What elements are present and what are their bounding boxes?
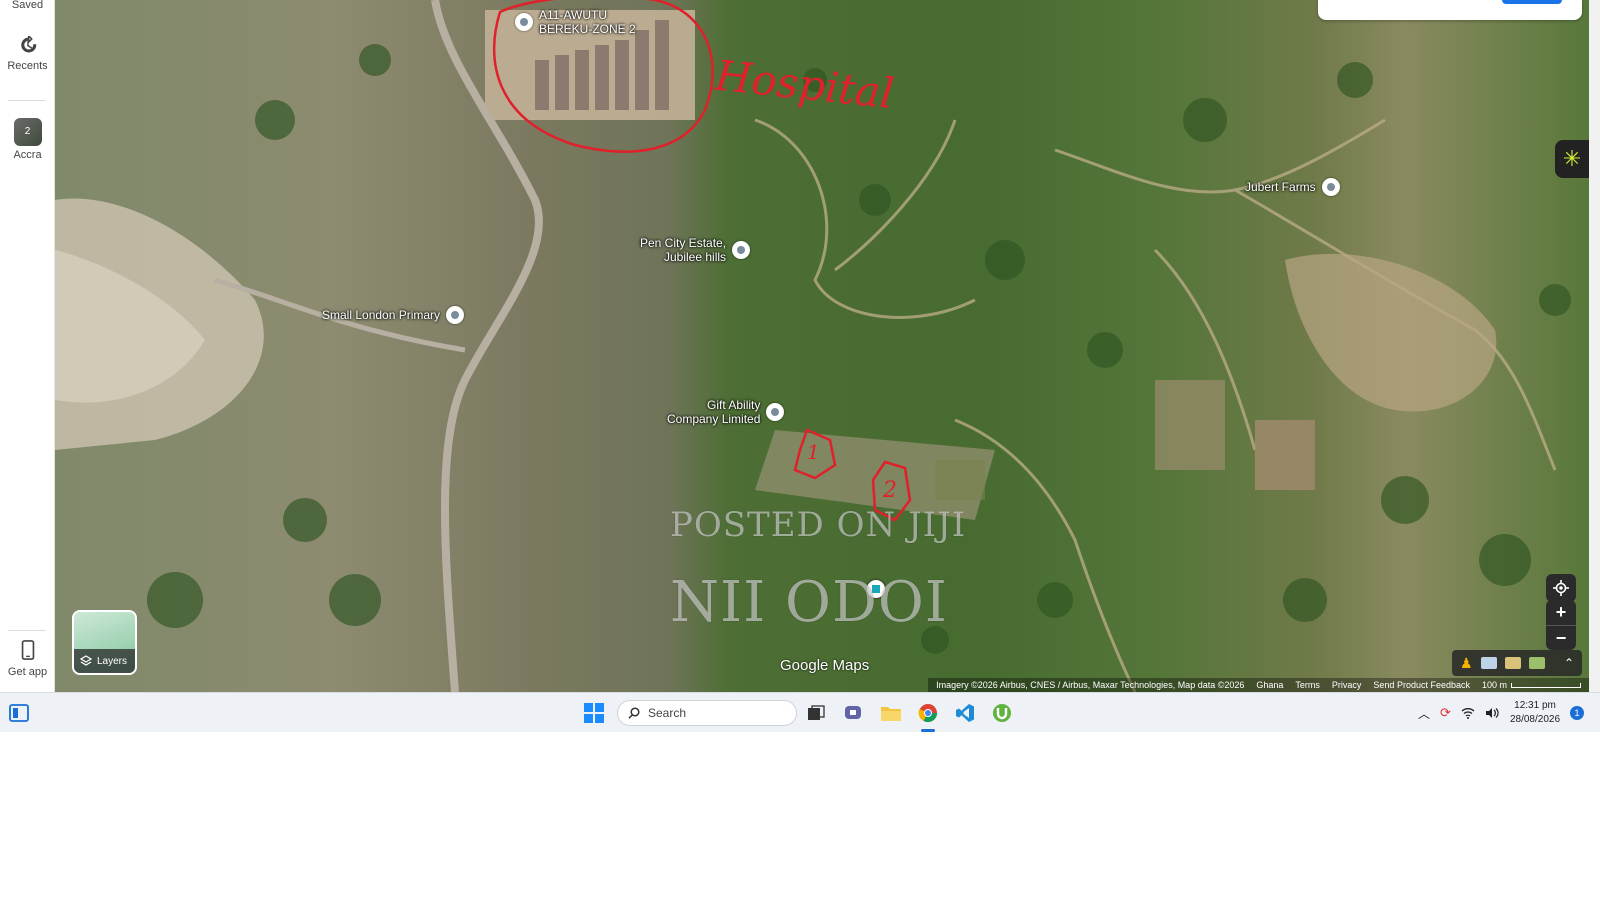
poi-jubert-farms-label: Jubert Farms <box>1245 180 1316 194</box>
chrome-icon[interactable] <box>916 701 940 725</box>
pegman-icon[interactable]: ♟ <box>1460 655 1473 672</box>
layers-bar: Layers <box>74 649 135 673</box>
wifi-icon[interactable] <box>1461 707 1475 719</box>
sync-alert-icon[interactable]: ⟳ <box>1440 705 1451 721</box>
vscode-icon[interactable] <box>953 701 977 725</box>
utorrent-icon[interactable] <box>990 701 1014 725</box>
scale-indicator[interactable]: 100 m <box>1482 680 1581 690</box>
scale-label: 100 m <box>1481 680 1507 690</box>
map-right-edge <box>1589 0 1600 692</box>
layers-button[interactable]: Layers <box>72 610 137 675</box>
poi-gift-ability-label: Gift Ability Company Limited <box>667 398 761 426</box>
notification-badge[interactable]: 1 <box>1570 706 1584 720</box>
rail-item-saved[interactable]: Saved <box>0 0 55 11</box>
system-tray: ︿ ⟳ <box>1418 693 1499 733</box>
rail-item-accra-label: Accra <box>13 149 42 161</box>
google-maps-logo: Google Maps <box>780 657 870 674</box>
location-pin-icon <box>732 241 751 259</box>
search-icon <box>628 707 640 719</box>
rail-item-get-app[interactable]: Get app <box>0 640 55 678</box>
clock-date: 28/08/2026 <box>1509 714 1561 725</box>
poi-small-london-primary[interactable]: Small London Primary <box>322 306 465 324</box>
teams-chat-icon[interactable] <box>842 701 866 725</box>
location-pin-icon <box>766 403 785 421</box>
widgets-icon[interactable] <box>7 701 31 725</box>
rail-item-saved-label: Saved <box>11 0 44 11</box>
building-pin-icon <box>515 13 533 31</box>
rail-item-get-app-label: Get app <box>7 666 48 678</box>
map-type-thumbnail[interactable] <box>1480 657 1497 669</box>
plot-1-label: 1 <box>807 440 820 464</box>
scale-bar <box>1511 683 1581 689</box>
watermark-posted-on-jiji: POSTED ON JIJI <box>670 505 967 545</box>
poi-awutu-bereku-label: A11-AWUTU BEREKU-ZONE 2 <box>539 8 636 36</box>
my-location-icon[interactable] <box>1546 574 1576 602</box>
poi-gift-ability[interactable]: Gift Ability Company Limited <box>667 398 785 426</box>
volume-icon[interactable] <box>1485 707 1499 719</box>
taskbar-search-placeholder: Search <box>648 706 687 720</box>
poi-pen-city-estate[interactable]: Pen City Estate, Jubilee hills <box>640 236 751 264</box>
terrain-thumbnail[interactable] <box>1504 657 1521 669</box>
rail-item-recents-label: Recents <box>7 60 48 72</box>
windows-taskbar: Search ︿ ⟳ 12:31 pm 28/08/2026 1 <box>0 692 1600 732</box>
rail-item-accra[interactable]: 2 Accra <box>0 118 55 161</box>
taskbar-search-box[interactable]: Search <box>617 700 797 726</box>
watermark-nii-odoi: NII ODOI <box>670 570 948 635</box>
zoom-out-button[interactable]: − <box>1546 626 1576 651</box>
poi-awutu-bereku[interactable]: A11-AWUTU BEREKU-ZONE 2 <box>515 8 636 36</box>
clock-time: 12:31 pm <box>1514 700 1556 711</box>
country-link[interactable]: Ghana <box>1256 680 1283 690</box>
map-bottom-controls: ♟ ⌃ <box>1452 650 1582 676</box>
left-nav-rail: Saved Recents 2 Accra Get app <box>0 0 55 692</box>
rail-divider <box>8 630 46 631</box>
rail-divider <box>8 100 46 101</box>
sparkle-icon[interactable]: ✳ <box>1555 140 1589 178</box>
satellite-map[interactable]: Hospital 1 2 A11-AWUTU BEREKU-ZONE 2 Pen… <box>55 0 1589 692</box>
expand-up-icon[interactable]: ⌃ <box>1564 656 1574 670</box>
feedback-link[interactable]: Send Product Feedback <box>1373 680 1470 690</box>
show-hidden-icons-chevron-icon[interactable]: ︿ <box>1418 705 1430 722</box>
school-pin-icon <box>446 306 465 324</box>
file-explorer-icon[interactable] <box>879 701 903 725</box>
privacy-link[interactable]: Privacy <box>1332 680 1362 690</box>
layers-icon <box>80 655 92 666</box>
start-icon[interactable] <box>582 701 606 725</box>
search-panel-card[interactable] <box>1318 0 1582 20</box>
poi-pen-city-estate-label: Pen City Estate, Jubilee hills <box>640 236 727 264</box>
map-attribution-bar: Imagery ©2026 Airbus, CNES / Airbus, Max… <box>928 678 1589 692</box>
plot-2-label: 2 <box>883 478 897 503</box>
zoom-controls: + − <box>1546 600 1576 650</box>
task-view-icon[interactable] <box>804 701 828 725</box>
rail-item-recents[interactable]: Recents <box>0 34 55 72</box>
zoom-in-button[interactable]: + <box>1546 600 1576 625</box>
imagery-attribution: Imagery ©2026 Airbus, CNES / Airbus, Max… <box>936 680 1245 690</box>
location-pin-icon <box>1321 178 1340 196</box>
poi-small-london-primary-label: Small London Primary <box>322 308 441 322</box>
satellite-thumbnail[interactable] <box>1528 657 1545 669</box>
phone-icon <box>21 640 34 660</box>
terms-link[interactable]: Terms <box>1295 680 1320 690</box>
poi-jubert-farms[interactable]: Jubert Farms <box>1245 178 1340 196</box>
recents-count-badge: 2 <box>24 126 31 137</box>
taskbar-clock[interactable]: 12:31 pm 28/08/2026 <box>1505 699 1565 727</box>
primary-action-button[interactable] <box>1502 0 1562 4</box>
history-icon <box>20 34 36 53</box>
active-app-indicator <box>921 729 935 732</box>
place-thumbnail: 2 <box>13 118 42 146</box>
screen: Saved Recents 2 Accra Get app Hospital 1… <box>0 0 1600 900</box>
layers-label: Layers <box>97 655 128 667</box>
